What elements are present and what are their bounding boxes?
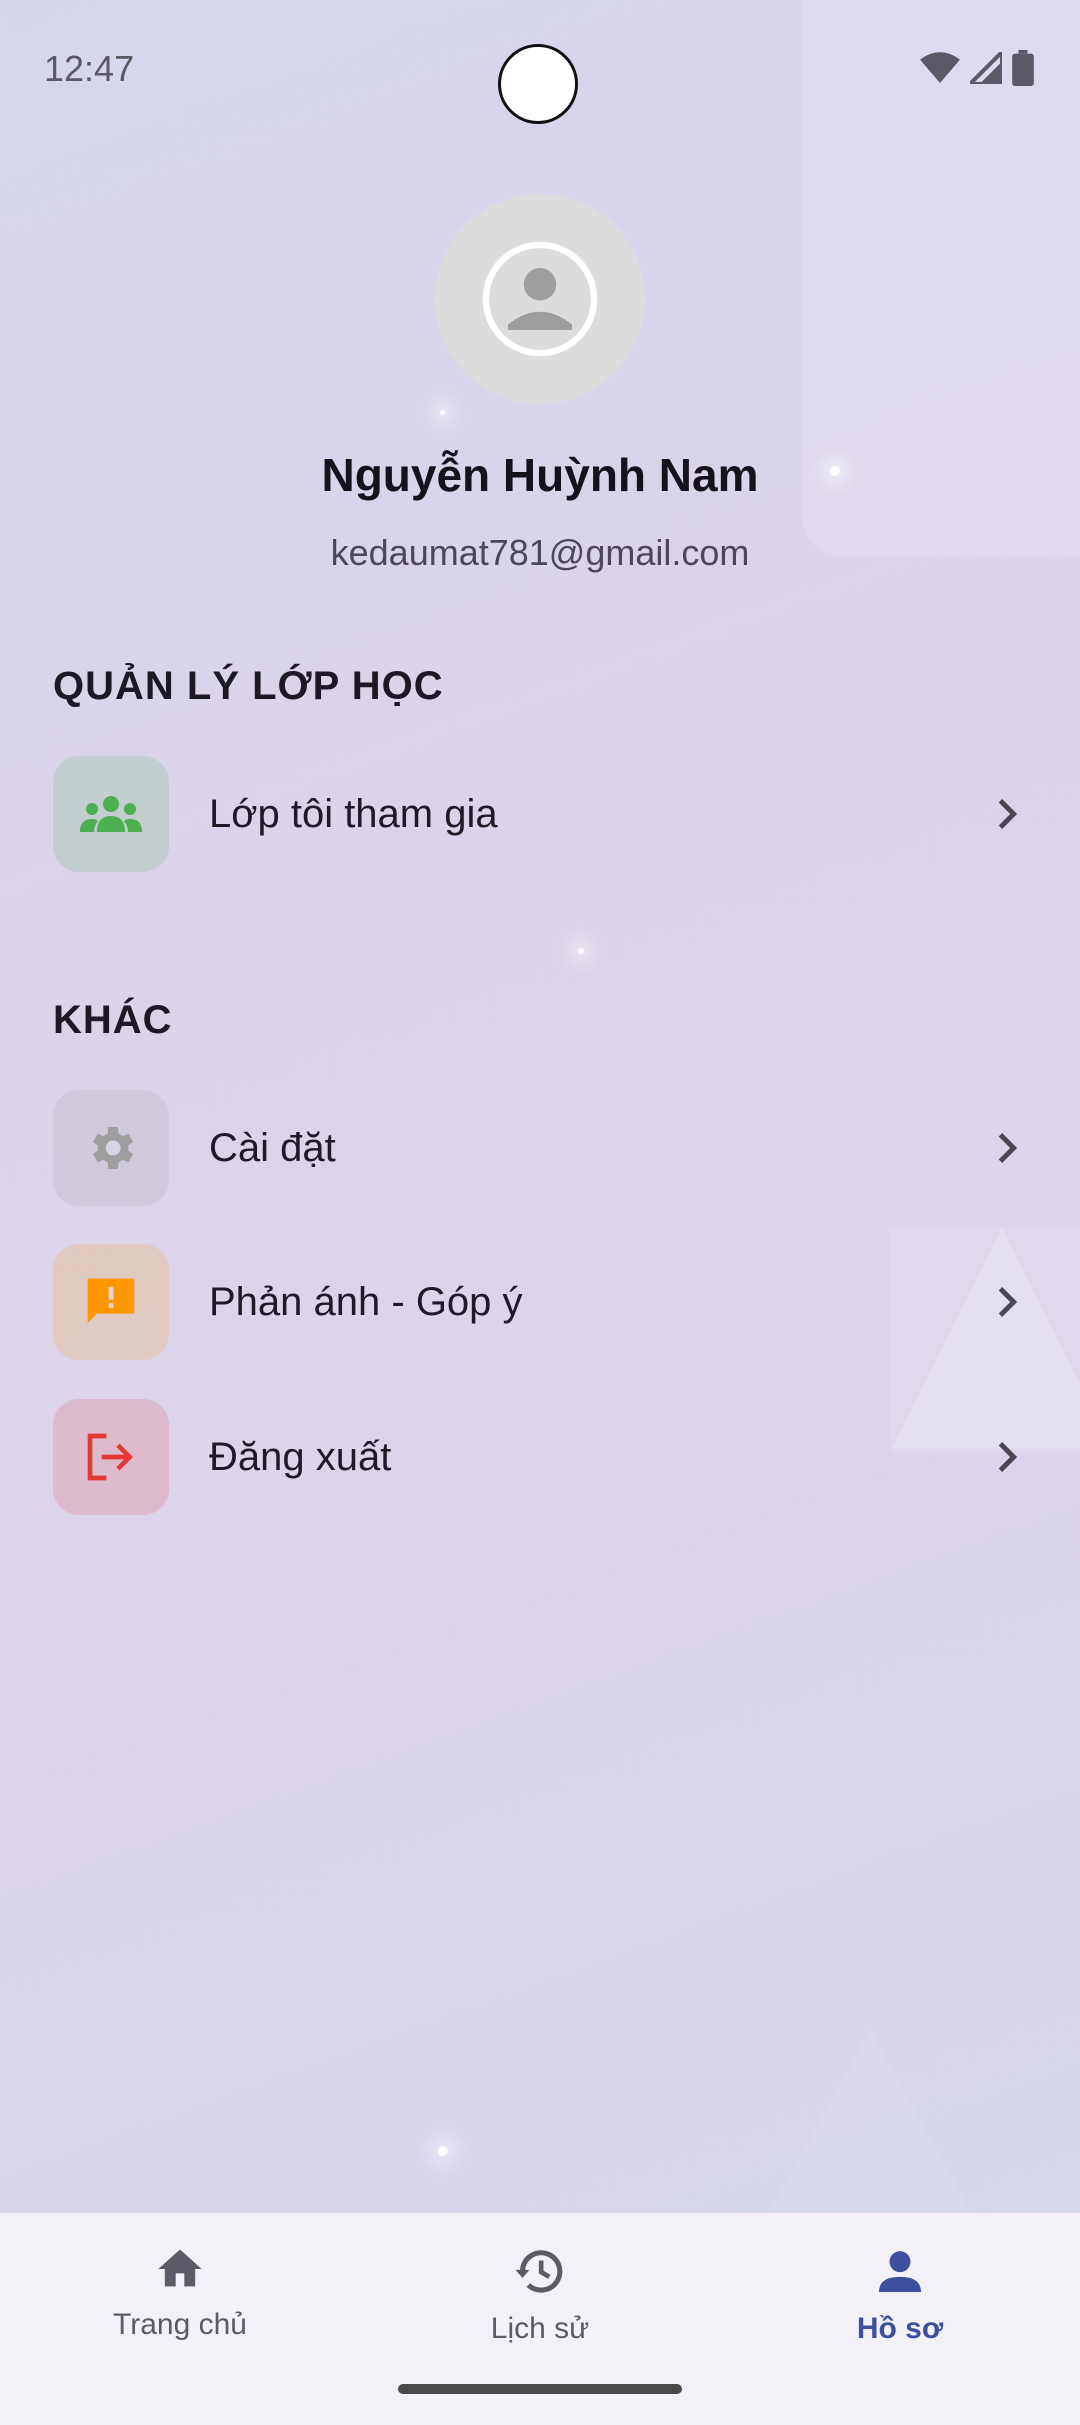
menu-item-label: Đăng xuất xyxy=(209,1434,392,1479)
section-title-class-management: QUẢN LÝ LỚP HỌC xyxy=(53,664,444,708)
home-indicator[interactable] xyxy=(398,2384,682,2394)
home-icon xyxy=(158,2249,202,2287)
menu-item-label: Cài đặt xyxy=(209,1125,336,1170)
icon-box xyxy=(53,756,169,872)
menu-item-settings[interactable]: Cài đặt xyxy=(53,1090,1028,1206)
status-time: 12:47 xyxy=(44,48,135,89)
person-icon xyxy=(879,2251,921,2292)
status-icons xyxy=(920,50,1034,86)
menu-item-logout[interactable]: Đăng xuất xyxy=(53,1399,1028,1515)
nav-profile[interactable]: Hồ sơ xyxy=(750,2243,1050,2346)
group-icon xyxy=(80,796,142,832)
sparkle xyxy=(578,948,584,954)
chevron-right-icon xyxy=(988,1282,1028,1322)
menu-item-label: Phản ánh - Góp ý xyxy=(209,1279,523,1324)
account-circle-icon xyxy=(482,241,598,357)
user-email: kedaumat781@gmail.com xyxy=(330,532,750,573)
nav-home[interactable]: Trang chủ xyxy=(30,2243,330,2342)
menu-item-label: Lớp tôi tham gia xyxy=(209,791,498,836)
chevron-right-icon xyxy=(988,794,1028,834)
icon-box xyxy=(53,1244,169,1360)
battery-icon xyxy=(1012,50,1034,86)
section-title-other: KHÁC xyxy=(53,998,173,1042)
avatar[interactable] xyxy=(435,194,645,404)
nav-history[interactable]: Lịch sử xyxy=(390,2243,690,2346)
nav-label: Trang chủ xyxy=(113,2308,247,2341)
menu-item-feedback[interactable]: Phản ánh - Góp ý xyxy=(53,1244,1028,1360)
chevron-right-icon xyxy=(988,1437,1028,1477)
sparkle xyxy=(438,2146,448,2156)
wifi-icon xyxy=(920,52,960,83)
nav-label: Lịch sử xyxy=(490,2312,590,2345)
menu-item-my-classes[interactable]: Lớp tôi tham gia xyxy=(53,756,1028,872)
history-icon xyxy=(515,2250,563,2293)
signal-icon xyxy=(970,52,1002,84)
icon-box xyxy=(53,1399,169,1515)
user-name: Nguyễn Huỳnh Nam xyxy=(321,449,759,501)
gear-icon xyxy=(93,1127,134,1169)
camera-cutout xyxy=(498,44,578,124)
icon-box xyxy=(53,1090,169,1206)
chevron-right-icon xyxy=(988,1128,1028,1168)
nav-label: Hồ sơ xyxy=(856,2312,944,2345)
feedback-icon xyxy=(87,1278,135,1323)
sparkle xyxy=(440,410,445,415)
background-decoration xyxy=(770,2030,970,2210)
logout-icon xyxy=(87,1433,133,1481)
